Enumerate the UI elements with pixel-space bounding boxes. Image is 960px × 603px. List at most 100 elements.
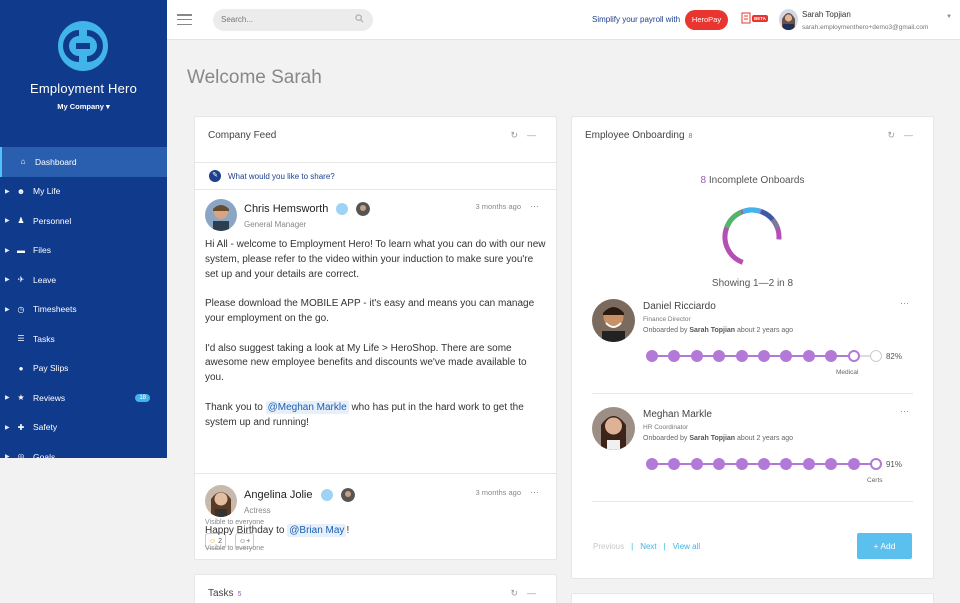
step-complete-dot[interactable]	[825, 458, 838, 470]
next-link[interactable]: Next	[640, 542, 656, 551]
onboarding-progress-track[interactable]	[646, 458, 882, 470]
sidebar-item-dashboard[interactable]: ⌂ Dashboard	[0, 147, 167, 177]
step-complete-dot[interactable]	[758, 458, 770, 470]
step-complete-dot[interactable]	[646, 458, 658, 470]
divider	[592, 393, 913, 394]
step-complete-dot[interactable]	[713, 350, 726, 362]
beta-feature[interactable]: BETA	[741, 12, 768, 24]
team-avatar[interactable]	[340, 488, 355, 502]
step-complete-dot[interactable]	[713, 458, 726, 470]
caret-right-icon[interactable]: ▶	[5, 276, 14, 283]
refresh-icon[interactable]: ↻	[510, 130, 518, 141]
more-options-icon[interactable]: ···	[900, 406, 909, 416]
step-complete-dot[interactable]	[735, 458, 748, 470]
user-name[interactable]: Sarah Topjian	[802, 10, 851, 19]
step-pending-dot[interactable]	[870, 350, 882, 362]
divider	[195, 473, 556, 474]
sidebar-nav: ⌂ Dashboard ▶ ☻ My Life ▶ ♟ Personnel ▶ ▬ Files ▶ ✈ L…	[0, 147, 167, 458]
caret-right-icon[interactable]: ▶	[5, 217, 14, 224]
post-paragraph: Please download the MOBILE APP - it's ea…	[205, 298, 535, 324]
caret-right-icon[interactable]: ▶	[5, 424, 14, 431]
sidebar-item-label: Reviews	[33, 392, 66, 403]
onboarding-donut-chart[interactable]	[720, 205, 784, 269]
step-complete-dot[interactable]	[802, 350, 815, 362]
step-complete-dot[interactable]	[780, 458, 793, 470]
plane-icon: ✈	[17, 275, 25, 285]
sidebar-item-files[interactable]: ▶ ▬ Files	[0, 236, 167, 266]
search-placeholder: Search...	[221, 15, 254, 24]
sidebar-item-leave[interactable]: ▶ ✈ Leave	[0, 265, 167, 295]
step-complete-dot[interactable]	[690, 458, 703, 470]
step-complete-dot[interactable]	[668, 350, 681, 362]
user-email: sarah.employmenthero+demo3@gmail.com	[802, 24, 929, 31]
step-complete-dot[interactable]	[780, 350, 793, 362]
sidebar-item-reviews[interactable]: ▶ ★ Reviews 18	[0, 383, 167, 413]
step-complete-dot[interactable]	[802, 458, 815, 470]
more-options-icon[interactable]: ···	[530, 487, 539, 497]
more-options-icon[interactable]: ···	[530, 201, 539, 211]
company-selector[interactable]: My Company ▾	[0, 102, 167, 111]
user-avatar[interactable]	[779, 9, 798, 30]
avatar[interactable]	[592, 299, 635, 342]
sidebar-item-goals[interactable]: ▶ ◎ Goals	[0, 442, 167, 458]
previous-link[interactable]: Previous	[593, 542, 624, 551]
minimize-icon[interactable]: —	[904, 130, 913, 141]
search-icon[interactable]	[355, 14, 364, 23]
onboarding-progress-track[interactable]	[646, 350, 882, 362]
heropay-button[interactable]: HeroPay	[685, 10, 728, 30]
step-complete-dot[interactable]	[758, 350, 770, 362]
clapping-hands-icon	[320, 488, 334, 502]
caret-right-icon[interactable]: ▶	[5, 247, 14, 254]
avatar[interactable]	[592, 407, 635, 450]
clapping-hands-icon	[335, 202, 349, 216]
sidebar-item-label: Safety	[33, 422, 58, 433]
employee-name[interactable]: Daniel Ricciardo	[643, 301, 716, 312]
target-icon: ◎	[17, 452, 25, 458]
sidebar-item-label: Timesheets	[33, 304, 77, 315]
step-current-dot[interactable]	[847, 350, 860, 362]
post-text: !	[346, 525, 350, 536]
menu-toggle-icon[interactable]	[177, 14, 192, 25]
sidebar-item-safety[interactable]: ▶ ✚ Safety	[0, 413, 167, 443]
caret-right-icon[interactable]: ▶	[5, 394, 14, 401]
step-complete-dot[interactable]	[847, 458, 860, 470]
minimize-icon[interactable]: —	[527, 130, 536, 141]
share-prompt[interactable]: ✎ What would you like to share?	[195, 162, 556, 190]
onboarding-item: Daniel Ricciardo Finance Director Onboar…	[592, 298, 912, 393]
employee-onboarding-card: Employee Onboarding 8 ↻ — 8 Incomplete On…	[571, 116, 934, 579]
sidebar-item-label: My Life	[33, 186, 61, 197]
step-complete-dot[interactable]	[690, 350, 703, 362]
more-options-icon[interactable]: ···	[900, 298, 909, 308]
sidebar-item-timesheets[interactable]: ▶ ◷ Timesheets	[0, 295, 167, 325]
step-complete-dot[interactable]	[646, 350, 658, 362]
avatar[interactable]	[205, 485, 237, 517]
caret-right-icon[interactable]: ▶	[5, 188, 14, 195]
star-icon: ★	[17, 393, 25, 403]
author-name[interactable]: Chris Hemsworth	[244, 202, 371, 216]
avatar[interactable]	[205, 199, 237, 231]
step-complete-dot[interactable]	[735, 350, 748, 362]
caret-right-icon[interactable]: ▶	[5, 306, 14, 313]
caret-right-icon[interactable]: ▶	[5, 453, 14, 458]
refresh-icon[interactable]: ↻	[510, 588, 518, 599]
author-name[interactable]: Angelina Jolie	[244, 488, 355, 502]
add-button[interactable]: + Add	[857, 533, 912, 559]
step-current-dot[interactable]	[870, 458, 882, 470]
mention-link[interactable]: @Meghan Markle	[265, 400, 349, 414]
team-avatar[interactable]	[356, 202, 371, 216]
sidebar-item-personnel[interactable]: ▶ ♟ Personnel	[0, 206, 167, 236]
mention-link[interactable]: @Brian May	[287, 524, 347, 537]
view-all-link[interactable]: View all	[673, 542, 700, 551]
employee-name[interactable]: Meghan Markle	[643, 409, 712, 420]
chevron-down-icon[interactable]: ▼	[946, 14, 952, 20]
sidebar-item-my-life[interactable]: ▶ ☻ My Life	[0, 177, 167, 207]
search-input[interactable]: Search...	[213, 9, 373, 31]
refresh-icon[interactable]: ↻	[887, 130, 895, 141]
sidebar-item-tasks[interactable]: ☰ Tasks	[0, 324, 167, 354]
post-body: Hi All - welcome to Employment Hero! To …	[205, 238, 547, 445]
step-complete-dot[interactable]	[668, 458, 681, 470]
minimize-icon[interactable]: —	[527, 588, 536, 599]
step-complete-dot[interactable]	[825, 350, 838, 362]
employment-hero-logo-icon[interactable]	[57, 20, 109, 72]
sidebar-item-pay-slips[interactable]: ● Pay Slips	[0, 354, 167, 384]
